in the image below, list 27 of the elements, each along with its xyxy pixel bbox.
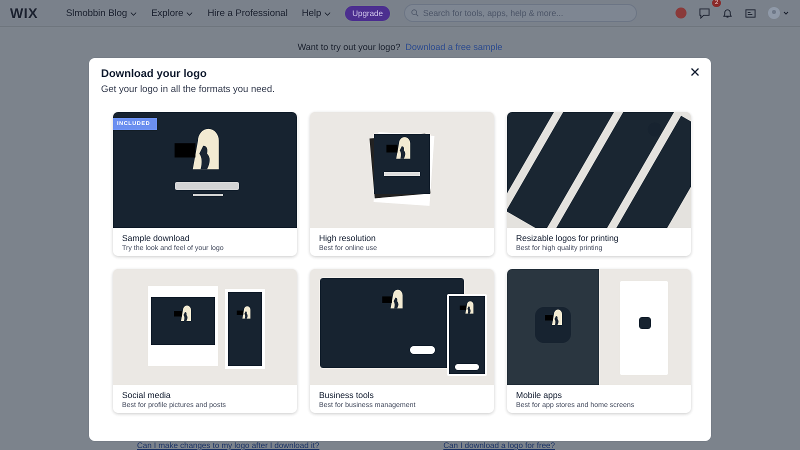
dialog-subtitle: Get your logo in all the formats you need. (101, 84, 276, 95)
wix-logo[interactable]: WIX (10, 5, 38, 21)
bell-icon[interactable] (722, 8, 733, 18)
card-title: Resizable logos for printing (516, 233, 620, 243)
news-icon[interactable] (745, 8, 756, 18)
chat-icon[interactable] (699, 8, 710, 18)
close-icon[interactable] (689, 66, 701, 78)
search-icon (410, 9, 419, 17)
site-menu[interactable]: Slmobbin Blog (66, 8, 128, 18)
banner-text: Want to try out your logo? (298, 42, 400, 52)
card-title: Business tools (319, 390, 375, 400)
download-sample-link[interactable]: Download a free sample (405, 42, 502, 52)
user-avatar-icon[interactable] (768, 7, 790, 19)
chevron-down-icon (130, 10, 138, 16)
nav-menu[interactable]: Hire a Professional (207, 8, 288, 18)
card-title: Mobile apps (516, 390, 563, 400)
card-title: Social media (122, 390, 172, 400)
upgrade-button[interactable]: Upgrade (345, 6, 390, 20)
chevron-down-icon (186, 10, 194, 16)
nav-menu[interactable]: Help (302, 8, 322, 18)
card-title: Sample download (122, 233, 191, 243)
faq-link[interactable]: Can I make changes to my logo after I download it? (137, 441, 320, 450)
dialog-title: Download your logo (101, 68, 207, 80)
card-title: High resolution (319, 233, 377, 243)
chevron-down-icon (324, 10, 332, 16)
nav-menu[interactable]: Explore (151, 8, 184, 18)
faq-link[interactable]: Can I download a logo for free? (443, 441, 555, 450)
